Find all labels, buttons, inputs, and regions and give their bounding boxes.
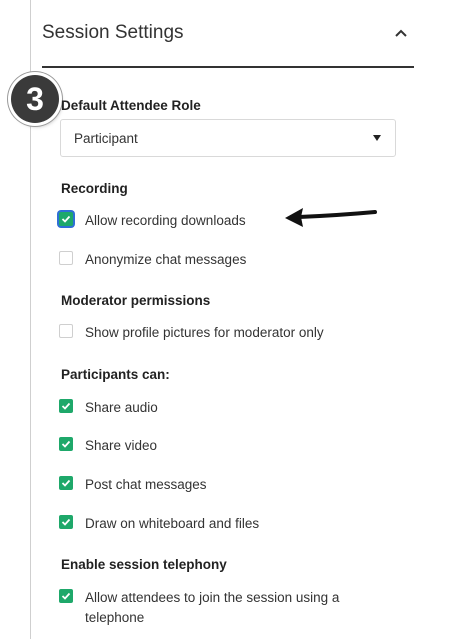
chevron-up-icon[interactable] — [394, 26, 408, 40]
default-attendee-role-label: Default Attendee Role — [61, 98, 201, 113]
allow-recording-downloads-checkbox[interactable] — [59, 212, 73, 226]
post-chat-messages-label: Post chat messages — [85, 477, 207, 492]
check-icon — [61, 215, 71, 223]
annotation-arrow-icon — [285, 208, 377, 227]
check-icon — [61, 518, 71, 526]
post-chat-messages-checkbox[interactable] — [59, 476, 73, 490]
check-icon — [61, 402, 71, 410]
share-audio-checkbox[interactable] — [59, 399, 73, 413]
step-number-badge: 3 — [11, 75, 59, 123]
check-icon — [61, 479, 71, 487]
default-attendee-role-select[interactable]: Participant — [60, 119, 396, 157]
moderator-permissions-label: Moderator permissions — [61, 293, 211, 308]
draw-on-whiteboard-checkbox[interactable] — [59, 515, 73, 529]
participants-can-label: Participants can: — [61, 367, 170, 382]
allow-recording-downloads-label: Allow recording downloads — [85, 213, 246, 228]
dropdown-arrow-icon — [373, 135, 381, 141]
session-settings-panel — [30, 0, 456, 639]
check-icon — [61, 592, 71, 600]
select-value: Participant — [74, 131, 138, 146]
anonymize-chat-label: Anonymize chat messages — [85, 252, 247, 267]
join-by-telephone-checkbox[interactable] — [59, 589, 73, 603]
recording-section-label: Recording — [61, 181, 128, 196]
draw-on-whiteboard-label: Draw on whiteboard and files — [85, 516, 260, 531]
header-divider — [42, 66, 414, 68]
join-by-telephone-label: Allow attendees to join the session usin… — [85, 590, 340, 625]
enable-session-telephony-label: Enable session telephony — [61, 557, 227, 572]
session-settings-header[interactable]: Session Settings — [42, 20, 414, 50]
moderator-profile-pictures-checkbox[interactable] — [59, 324, 73, 338]
share-audio-label: Share audio — [85, 400, 158, 415]
share-video-checkbox[interactable] — [59, 437, 73, 451]
moderator-profile-pictures-label: Show profile pictures for moderator only — [85, 325, 324, 340]
check-icon — [61, 440, 71, 448]
share-video-label: Share video — [85, 438, 158, 453]
anonymize-chat-checkbox[interactable] — [59, 251, 73, 265]
panel-title: Session Settings — [42, 22, 184, 43]
